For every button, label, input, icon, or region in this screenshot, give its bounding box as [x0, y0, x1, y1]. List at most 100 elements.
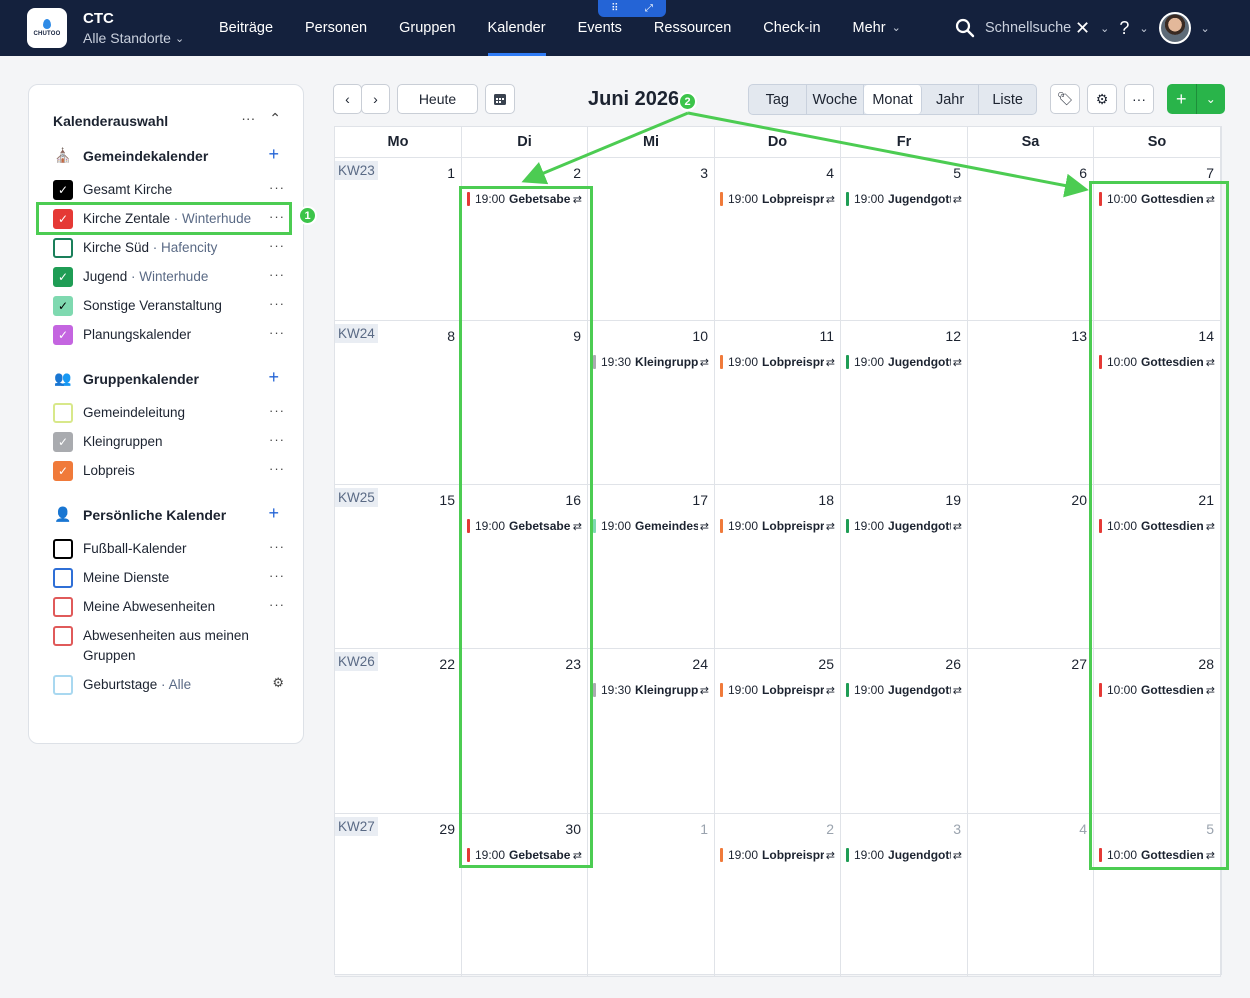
calendar-event[interactable]: 19:00Lobpreisprobe⇄: [720, 847, 835, 863]
more-options-icon[interactable]: ···: [269, 432, 285, 447]
day-cell[interactable]: 2 19:00Lobpreisprobe⇄: [715, 814, 841, 977]
more-options-icon[interactable]: ···: [269, 539, 285, 554]
calendar-event[interactable]: 19:00Jugendgottesdienst⇄: [846, 518, 962, 534]
nav-item-2[interactable]: Gruppen: [383, 0, 471, 56]
day-cell[interactable]: 6: [968, 158, 1094, 321]
calendar-checkbox[interactable]: [53, 675, 73, 695]
calendar-checkbox[interactable]: [53, 568, 73, 588]
day-cell[interactable]: 3 19:00Jugendgottesdienst⇄: [841, 814, 968, 977]
nav-item-7[interactable]: Mehr ⌄: [837, 0, 917, 56]
day-cell[interactable]: 20: [968, 485, 1094, 649]
day-cell[interactable]: KW24 8: [335, 321, 462, 485]
calendar-event[interactable]: 19:00Jugendgottesdienst⇄: [846, 847, 962, 863]
calendar-checkbox[interactable]: ✓: [53, 180, 73, 200]
today-button[interactable]: Heute: [397, 84, 478, 114]
day-cell[interactable]: 1: [588, 814, 715, 977]
view-woche[interactable]: Woche: [807, 85, 865, 114]
view-liste[interactable]: Liste: [979, 85, 1036, 114]
gear-icon[interactable]: ⚙: [272, 675, 285, 691]
day-cell[interactable]: KW25 15: [335, 485, 462, 649]
calendar-event[interactable]: 19:00Lobpreisprobe⇄: [720, 354, 835, 370]
calendar-checkbox[interactable]: ✓: [53, 267, 73, 287]
view-jahr[interactable]: Jahr: [922, 85, 980, 114]
calendar-item[interactable]: Kirche Süd · Hafencity ···: [53, 238, 285, 258]
more-options-icon[interactable]: ···: [269, 597, 285, 612]
calendar-item[interactable]: Gemeindeleitung ···: [53, 403, 285, 423]
user-avatar[interactable]: [1158, 12, 1191, 44]
calendar-checkbox[interactable]: ✓: [53, 461, 73, 481]
calendar-event[interactable]: 19:00Lobpreisprobe⇄: [720, 518, 835, 534]
view-monat[interactable]: Monat: [864, 85, 922, 114]
collapse-chevron-icon[interactable]: ⌃: [269, 110, 281, 127]
tags-button[interactable]: 🏷: [1050, 84, 1080, 114]
calendar-item[interactable]: ✓ Lobpreis ···: [53, 461, 285, 481]
calendar-checkbox[interactable]: ✓: [53, 432, 73, 452]
user-chevron-icon[interactable]: ⌄: [1201, 22, 1210, 35]
more-options-icon[interactable]: ···: [241, 110, 255, 127]
calendar-item[interactable]: Geburtstage · Alle ⚙: [53, 675, 285, 695]
calendar-item[interactable]: Abwesenheiten aus meinen Gruppen: [53, 626, 285, 666]
add-calendar-plus-icon[interactable]: +: [268, 367, 279, 388]
day-cell[interactable]: 10 19:30Kleingruppe⇄: [588, 321, 715, 485]
help-chevron-icon[interactable]: ⌄: [1139, 22, 1148, 35]
add-calendar-plus-icon[interactable]: +: [268, 144, 279, 165]
calendar-event[interactable]: 19:30Kleingruppe⇄: [593, 682, 709, 698]
view-tag[interactable]: Tag: [749, 85, 807, 114]
more-options-icon[interactable]: ···: [269, 238, 285, 253]
calendar-item[interactable]: Meine Dienste ···: [53, 568, 285, 588]
calendar-event[interactable]: 19:00Jugendgottesdienst⇄: [846, 354, 962, 370]
day-cell[interactable]: 12 19:00Jugendgottesdienst⇄: [841, 321, 968, 485]
day-cell[interactable]: 24 19:30Kleingruppe⇄: [588, 649, 715, 814]
calendar-checkbox[interactable]: ✓: [53, 325, 73, 345]
more-options-icon[interactable]: ···: [269, 403, 285, 418]
calendar-item[interactable]: ✓ Planungskalender ···: [53, 325, 285, 345]
calendar-checkbox[interactable]: [53, 597, 73, 617]
location-selector[interactable]: Alle Standorte ⌄: [83, 30, 184, 46]
day-cell[interactable]: 4: [968, 814, 1094, 977]
calendar-item[interactable]: Meine Abwesenheiten ···: [53, 597, 285, 617]
tools-chevron-icon[interactable]: ⌄: [1100, 22, 1109, 35]
add-calendar-plus-icon[interactable]: +: [268, 503, 279, 524]
chutoo-logo[interactable]: CHUTOO: [27, 8, 67, 48]
nav-item-6[interactable]: Check-in: [747, 0, 836, 56]
day-cell[interactable]: 5 19:00Jugendgottesdienst⇄: [841, 158, 968, 321]
add-event-button[interactable]: + ⌄: [1167, 84, 1225, 114]
calendar-item[interactable]: Fußball-Kalender ···: [53, 539, 285, 559]
more-options-icon[interactable]: ···: [269, 267, 285, 282]
day-cell[interactable]: 4 19:00Lobpreisprobe⇄: [715, 158, 841, 321]
nav-item-0[interactable]: Beiträge: [203, 0, 289, 56]
day-cell[interactable]: 3: [588, 158, 715, 321]
settings-button[interactable]: ⚙: [1087, 84, 1117, 114]
tools-icon[interactable]: ✕: [1075, 18, 1090, 39]
calendar-checkbox[interactable]: [53, 238, 73, 258]
day-cell[interactable]: 17 19:00Gemeindesitzung⇄: [588, 485, 715, 649]
calendar-checkbox[interactable]: [53, 403, 73, 423]
more-button[interactable]: ···: [1124, 84, 1154, 114]
next-button[interactable]: ›: [361, 84, 390, 114]
calendar-item[interactable]: ✓ Sonstige Veranstaltung ···: [53, 296, 285, 316]
org-title[interactable]: CTC: [83, 10, 114, 27]
day-cell[interactable]: 19 19:00Jugendgottesdienst⇄: [841, 485, 968, 649]
calendar-event[interactable]: 19:00Lobpreisprobe⇄: [720, 191, 835, 207]
more-options-icon[interactable]: ···: [269, 325, 285, 340]
quick-search[interactable]: Schnellsuche: [955, 0, 1071, 56]
day-cell[interactable]: KW27 29: [335, 814, 462, 977]
date-picker-button[interactable]: [485, 84, 515, 114]
day-cell[interactable]: 11 19:00Lobpreisprobe⇄: [715, 321, 841, 485]
more-options-icon[interactable]: ···: [269, 296, 285, 311]
calendar-event[interactable]: 19:30Kleingruppe⇄: [593, 354, 709, 370]
day-cell[interactable]: 27: [968, 649, 1094, 814]
nav-item-5[interactable]: Ressourcen: [638, 0, 747, 56]
calendar-checkbox[interactable]: [53, 539, 73, 559]
calendar-checkbox[interactable]: [53, 626, 73, 646]
calendar-item[interactable]: ✓ Jugend · Winterhude ···: [53, 267, 285, 287]
day-cell[interactable]: 18 19:00Lobpreisprobe⇄: [715, 485, 841, 649]
more-options-icon[interactable]: ···: [269, 180, 285, 195]
more-options-icon[interactable]: ···: [269, 461, 285, 476]
nav-item-4[interactable]: Events: [562, 0, 638, 56]
calendar-event[interactable]: 19:00Gemeindesitzung⇄: [593, 518, 709, 534]
day-cell[interactable]: KW23 1: [335, 158, 462, 321]
calendar-item[interactable]: ✓ Kleingruppen ···: [53, 432, 285, 452]
calendar-checkbox[interactable]: ✓: [53, 296, 73, 316]
more-options-icon[interactable]: ···: [269, 568, 285, 583]
